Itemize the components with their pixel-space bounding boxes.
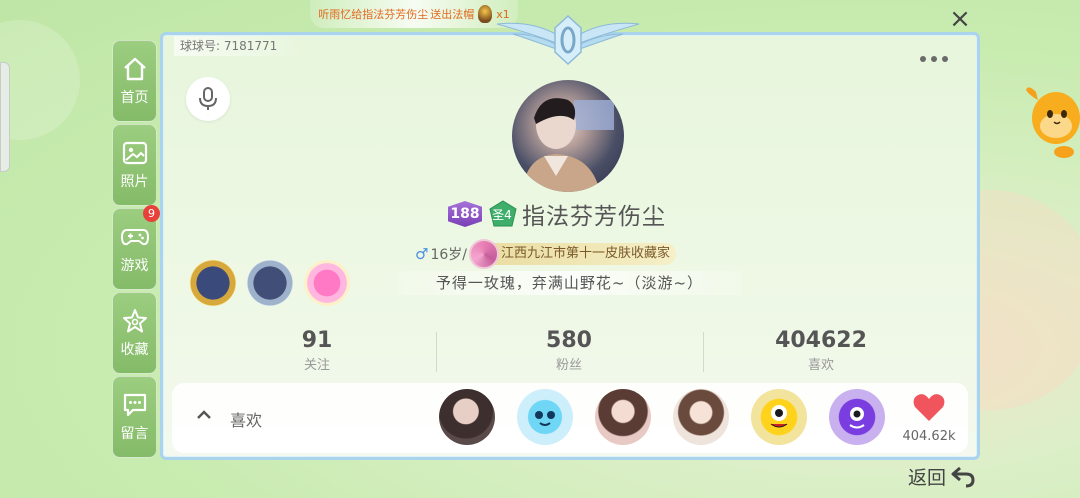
rank-badge-icon: 圣4 xyxy=(488,200,517,228)
stat-fans[interactable]: 580 粉丝 xyxy=(434,328,704,373)
heart-icon xyxy=(913,394,945,421)
male-gender-icon: ♂ xyxy=(415,245,429,263)
nav-label: 照片 xyxy=(120,174,149,190)
username-row: 188 圣4 指法芬芳伤尘 xyxy=(448,198,666,230)
background-bubble xyxy=(0,20,80,140)
likes-label: 喜欢 xyxy=(230,411,263,430)
user-id-label: 球球号: 7181771 xyxy=(174,36,308,56)
medal-list xyxy=(190,260,350,306)
gift-ticker: 听雨忆给指法芬芳伤尘 送出法帽 x1 xyxy=(310,0,518,28)
stat-label: 喜欢 xyxy=(807,358,834,373)
nav-label: 首页 xyxy=(120,90,149,106)
stat-value: 91 xyxy=(301,328,333,353)
stat-likes[interactable]: 404622 喜欢 xyxy=(686,328,956,373)
level-badge: 188 xyxy=(448,201,482,227)
lollipop-icon xyxy=(468,239,499,269)
user-title-badge[interactable]: 江西九江市第十一皮肤收藏家 xyxy=(468,239,676,269)
ticker-text: 听雨忆给指法芬芳伤尘 xyxy=(318,8,429,21)
stat-value: 404622 xyxy=(775,328,867,353)
user-title-text: 江西九江市第十一皮肤收藏家 xyxy=(500,246,670,261)
nav-item-messages[interactable]: 留言 xyxy=(112,376,157,458)
microphone-icon xyxy=(199,87,217,110)
likes-panel: 喜欢 404.62k xyxy=(172,383,968,453)
stat-label: 关注 xyxy=(303,358,330,373)
ticker-gift-text: 送出法帽 xyxy=(430,8,475,21)
back-label: 返回 xyxy=(908,467,947,489)
gamepad-icon xyxy=(120,223,149,251)
nav-item-photos[interactable]: 照片 xyxy=(112,124,157,206)
nav-item-favorites[interactable]: 收藏 xyxy=(112,292,157,374)
stats-row: 91 关注 580 粉丝 404622 喜欢 xyxy=(164,328,976,376)
chevron-up-icon[interactable] xyxy=(196,409,212,425)
liker-avatar[interactable] xyxy=(517,389,573,445)
liker-avatar[interactable] xyxy=(595,389,651,445)
user-info-row: ♂ 16岁/ 江西九江市第十一皮肤收藏家 xyxy=(415,239,676,269)
gift-icon xyxy=(478,5,493,23)
notification-badge: 9 xyxy=(143,205,160,222)
nav-label: 收藏 xyxy=(120,342,149,358)
silver-frame-medal[interactable] xyxy=(247,260,293,306)
liker-avatar[interactable] xyxy=(829,389,885,445)
profile-avatar[interactable] xyxy=(512,80,624,192)
nav-item-games[interactable]: 9 游戏 xyxy=(112,205,160,290)
winged-crest-icon xyxy=(496,14,640,66)
stat-value: 580 xyxy=(546,328,592,353)
close-button[interactable]: × xyxy=(948,6,972,32)
liker-avatar[interactable] xyxy=(439,389,495,445)
user-signature: 予得一玫瑰，弃满山野花~（淡游~） xyxy=(398,271,741,295)
username: 指法芬芳伤尘 xyxy=(522,204,666,230)
liker-avatar[interactable] xyxy=(673,389,729,445)
heart-medal[interactable] xyxy=(304,260,350,306)
message-icon xyxy=(121,391,149,419)
stat-label: 粉丝 xyxy=(555,358,582,373)
stat-following[interactable]: 91 关注 xyxy=(182,328,452,373)
liker-avatar[interactable] xyxy=(751,389,807,445)
gold-frame-medal[interactable] xyxy=(190,260,236,306)
star-icon xyxy=(121,307,149,335)
home-icon xyxy=(121,55,149,83)
photo-icon xyxy=(121,139,149,167)
more-options-button[interactable] xyxy=(920,52,954,66)
nav-item-home[interactable]: 首页 xyxy=(112,40,157,122)
back-button[interactable]: 返回 xyxy=(908,463,976,490)
likes-count: 404.62k xyxy=(902,429,956,444)
mascot-pet-icon[interactable] xyxy=(1020,82,1080,164)
side-drawer-handle[interactable] xyxy=(0,62,10,172)
nav-label: 游戏 xyxy=(120,258,149,274)
back-arrow-icon xyxy=(951,466,975,487)
age-label: 16岁/ xyxy=(430,247,467,263)
like-button[interactable]: 404.62k xyxy=(896,393,962,444)
nav-label: 留言 xyxy=(120,426,149,442)
voice-intro-button[interactable] xyxy=(186,77,230,121)
rank-badge-text: 圣4 xyxy=(492,208,512,222)
